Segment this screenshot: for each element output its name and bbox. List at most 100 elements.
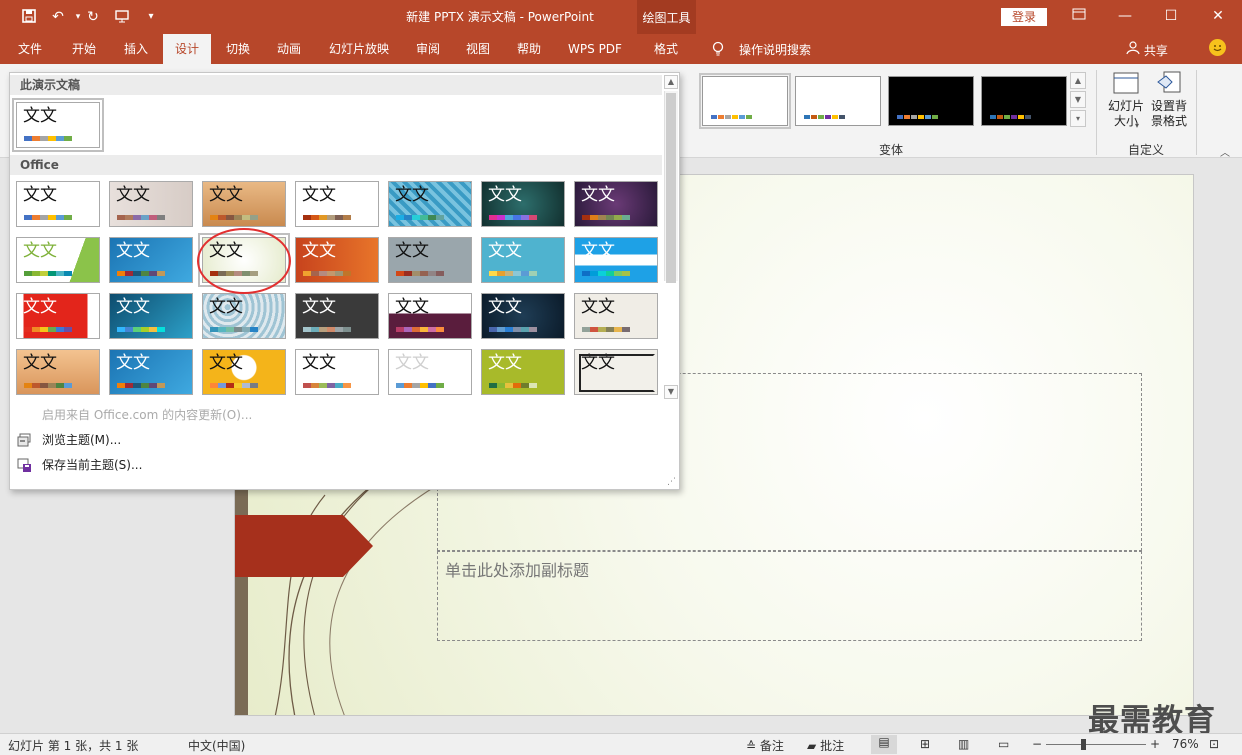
format-background-line1: 设置背 [1150,99,1187,113]
tab-help[interactable]: 帮助 [507,34,551,64]
section-office: Office [10,155,662,175]
tab-insert[interactable]: 插入 [114,34,158,64]
tab-design[interactable]: 设计 [163,34,211,64]
theme-2[interactable]: 文文 [109,181,193,227]
comments-button[interactable]: ▰ 批注 [807,737,844,754]
lightbulb-icon [711,41,725,61]
tell-me-search[interactable]: 操作说明搜索 [739,41,811,58]
save-current-theme-item[interactable]: 保存当前主题(S)... [10,453,670,477]
variants-more-icon[interactable]: ▾ [1070,110,1086,127]
theme-5[interactable]: 文文 [388,181,472,227]
tab-home[interactable]: 开始 [62,34,106,64]
zoom-slider-track[interactable] [1046,744,1146,745]
theme-27[interactable]: 文文 [481,349,565,395]
tab-view[interactable]: 视图 [456,34,500,64]
variant-3[interactable] [888,76,974,126]
gallery-scroll-up-icon[interactable]: ▲ [664,75,678,89]
minimize-icon[interactable]: — [1114,6,1136,26]
zoom-out-icon[interactable]: − [1032,737,1042,751]
tab-review[interactable]: 审阅 [406,34,450,64]
ribbon-separator [1196,70,1197,155]
smiley-icon[interactable] [1209,39,1226,56]
format-background-icon [1154,70,1184,96]
ribbon-separator [1096,70,1097,155]
theme-14[interactable]: 文文 [574,237,658,283]
close-icon[interactable]: ✕ [1207,6,1229,26]
slide-sorter-icon[interactable]: ⊞ [920,737,930,751]
theme-20[interactable]: 文文 [481,293,565,339]
theme-24[interactable]: 文文 [202,349,286,395]
notes-icon: ≙ [746,739,757,753]
collapse-ribbon-icon[interactable]: ︿ [1220,144,1230,159]
theme-office[interactable]: 文文 [16,181,100,227]
slide-size-line2: 大小 [1113,114,1138,128]
variants-scroll-down-icon[interactable]: ▼ [1070,91,1086,108]
theme-3[interactable]: 文文 [202,181,286,227]
format-background-line2: 景格式 [1150,114,1187,128]
gallery-scroll-down-icon[interactable]: ▼ [664,385,678,399]
theme-23[interactable]: 文文 [109,349,193,395]
theme-18[interactable]: 文文 [295,293,379,339]
theme-26[interactable]: 文文 [388,349,472,395]
slide-size-button[interactable]: 幻灯片 大小 [1104,70,1148,129]
ribbon-display-options-icon[interactable] [1068,6,1090,26]
variant-1[interactable] [699,73,791,129]
format-background-button[interactable]: 设置背 景格式 [1148,70,1190,129]
theme-4[interactable]: 文文 [295,181,379,227]
customize-group-label: 自定义 [1128,143,1165,157]
login-button[interactable]: 登录 [1001,8,1047,26]
resize-grip-icon[interactable]: ⋰ [667,477,676,487]
theme-9[interactable]: 文文 [109,237,193,283]
tab-format[interactable]: 格式 [644,34,688,64]
theme-current[interactable]: 文文 [12,98,104,152]
annotation-circle [197,228,291,294]
variant-2[interactable] [795,76,881,126]
reading-view-icon[interactable]: ▥ [958,737,969,751]
maximize-icon[interactable]: ☐ [1160,6,1182,26]
theme-13[interactable]: 文文 [481,237,565,283]
window-title: 新建 PPTX 演示文稿 - PowerPoint [406,10,594,24]
slide-size-dropdown-icon[interactable]: ▾ [1135,121,1139,130]
comments-label: 批注 [820,739,845,753]
theme-6[interactable]: 文文 [481,181,565,227]
slideshow-view-icon[interactable]: ▭ [998,737,1009,751]
theme-16[interactable]: 文文 [109,293,193,339]
theme-11[interactable]: 文文 [295,237,379,283]
zoom-in-icon[interactable]: + [1150,737,1160,751]
save-theme-icon [16,457,32,473]
browse-themes-icon [16,432,32,448]
tab-file[interactable]: 文件 [8,34,52,64]
notes-button[interactable]: ≙ 备注 [746,737,784,754]
tab-animations[interactable]: 动画 [267,34,311,64]
theme-15[interactable]: 文文 [16,293,100,339]
theme-28[interactable]: 文文 [574,349,658,395]
gallery-scroll-thumb[interactable] [666,93,676,283]
theme-22[interactable]: 文文 [16,349,100,395]
browse-themes-item[interactable]: 浏览主题(M)... [10,428,670,452]
theme-21[interactable]: 文文 [574,293,658,339]
drawing-tools-label: 绘图工具 [642,11,691,25]
theme-8[interactable]: 文文 [16,237,100,283]
slide-size-line1: 幻灯片 [1107,99,1144,113]
theme-7[interactable]: 文文 [574,181,658,227]
variant-4[interactable] [981,76,1067,126]
tab-transitions[interactable]: 切换 [216,34,260,64]
title-bar: ↶ ▾ ↻ ▾ 新建 PPTX 演示文稿 - PowerPoint 绘图工具 登… [0,0,1242,64]
enable-office-updates-item: 启用来自 Office.com 的内容更新(O)... [42,408,253,422]
fit-to-window-icon[interactable]: ⊡ [1209,737,1219,751]
share-button[interactable]: 共享 [1126,41,1168,59]
variants-group-label: 变体 [879,143,904,157]
zoom-slider-thumb[interactable] [1081,739,1086,750]
zoom-level[interactable]: 76% [1172,737,1199,751]
language-indicator[interactable]: 中文(中国) [188,737,245,754]
theme-17[interactable]: 文文 [202,293,286,339]
theme-25[interactable]: 文文 [295,349,379,395]
slide-counter: 幻灯片 第 1 张，共 1 张 [8,739,139,753]
normal-view-icon[interactable]: ▤ [871,735,897,754]
status-bar: 幻灯片 第 1 张，共 1 张 中文(中国) ≙ 备注 ▰ 批注 ▤ ⊞ ▥ ▭… [0,733,1242,755]
theme-12[interactable]: 文文 [388,237,472,283]
variants-scroll-up-icon[interactable]: ▲ [1070,72,1086,89]
theme-19[interactable]: 文文 [388,293,472,339]
tab-wps-pdf[interactable]: WPS PDF [562,34,628,64]
tab-slideshow[interactable]: 幻灯片放映 [322,34,396,64]
